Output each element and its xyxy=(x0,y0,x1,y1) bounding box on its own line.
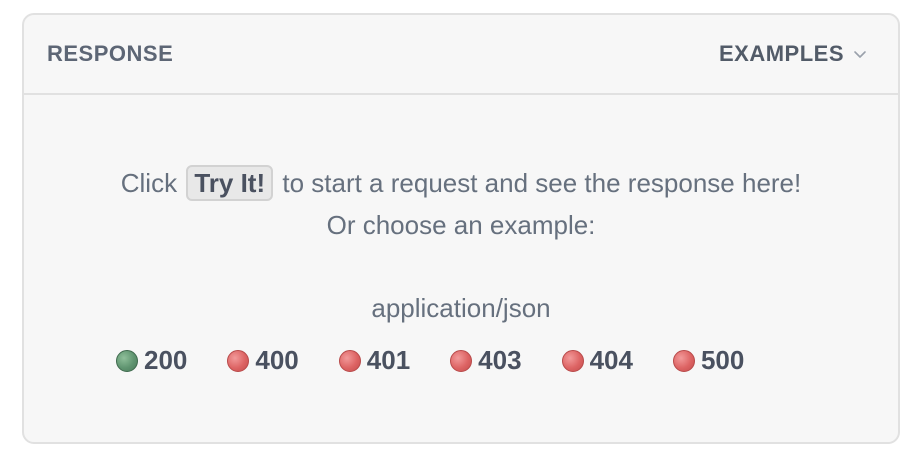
status-code-404[interactable]: 404 xyxy=(561,345,633,376)
status-code-label: 400 xyxy=(255,345,299,375)
status-code-label: 401 xyxy=(366,345,411,375)
status-dot-icon xyxy=(672,349,695,372)
status-code-400[interactable]: 400 xyxy=(227,345,299,376)
instruction-suffix: to start a request and see the response … xyxy=(282,168,802,198)
status-dot-icon xyxy=(116,349,138,372)
examples-dropdown[interactable]: EXAMPLES xyxy=(719,41,868,67)
status-code-200[interactable]: 200 xyxy=(116,345,187,376)
choose-example-text: Or choose an example: xyxy=(326,210,596,240)
chevron-down-icon xyxy=(854,51,866,58)
response-body: Click Try It! to start a request and see… xyxy=(24,95,898,442)
status-dot-icon xyxy=(338,349,361,372)
status-code-list: 200 400 401 403 404 500 xyxy=(116,345,744,376)
status-code-403[interactable]: 403 xyxy=(450,345,522,376)
content-type-label: application/json xyxy=(371,293,551,323)
status-dot-icon xyxy=(227,349,250,372)
response-instructions: Click Try It! to start a request and see… xyxy=(24,165,898,201)
status-dot-icon xyxy=(561,349,584,372)
try-it-button[interactable]: Try It! xyxy=(186,165,274,201)
examples-label: EXAMPLES xyxy=(718,41,844,66)
status-dot-icon xyxy=(450,349,473,372)
status-code-label: 200 xyxy=(144,345,188,375)
status-code-401[interactable]: 401 xyxy=(338,345,411,376)
status-code-label: 403 xyxy=(478,345,522,375)
response-panel: RESPONSE EXAMPLES Click Try It! to start… xyxy=(22,13,900,444)
response-header: RESPONSE EXAMPLES xyxy=(24,15,898,95)
instruction-prefix: Click xyxy=(120,168,178,198)
status-code-label: 404 xyxy=(589,345,633,375)
status-code-500[interactable]: 500 xyxy=(672,345,745,376)
status-code-label: 500 xyxy=(700,345,745,375)
response-title: RESPONSE xyxy=(47,41,174,66)
